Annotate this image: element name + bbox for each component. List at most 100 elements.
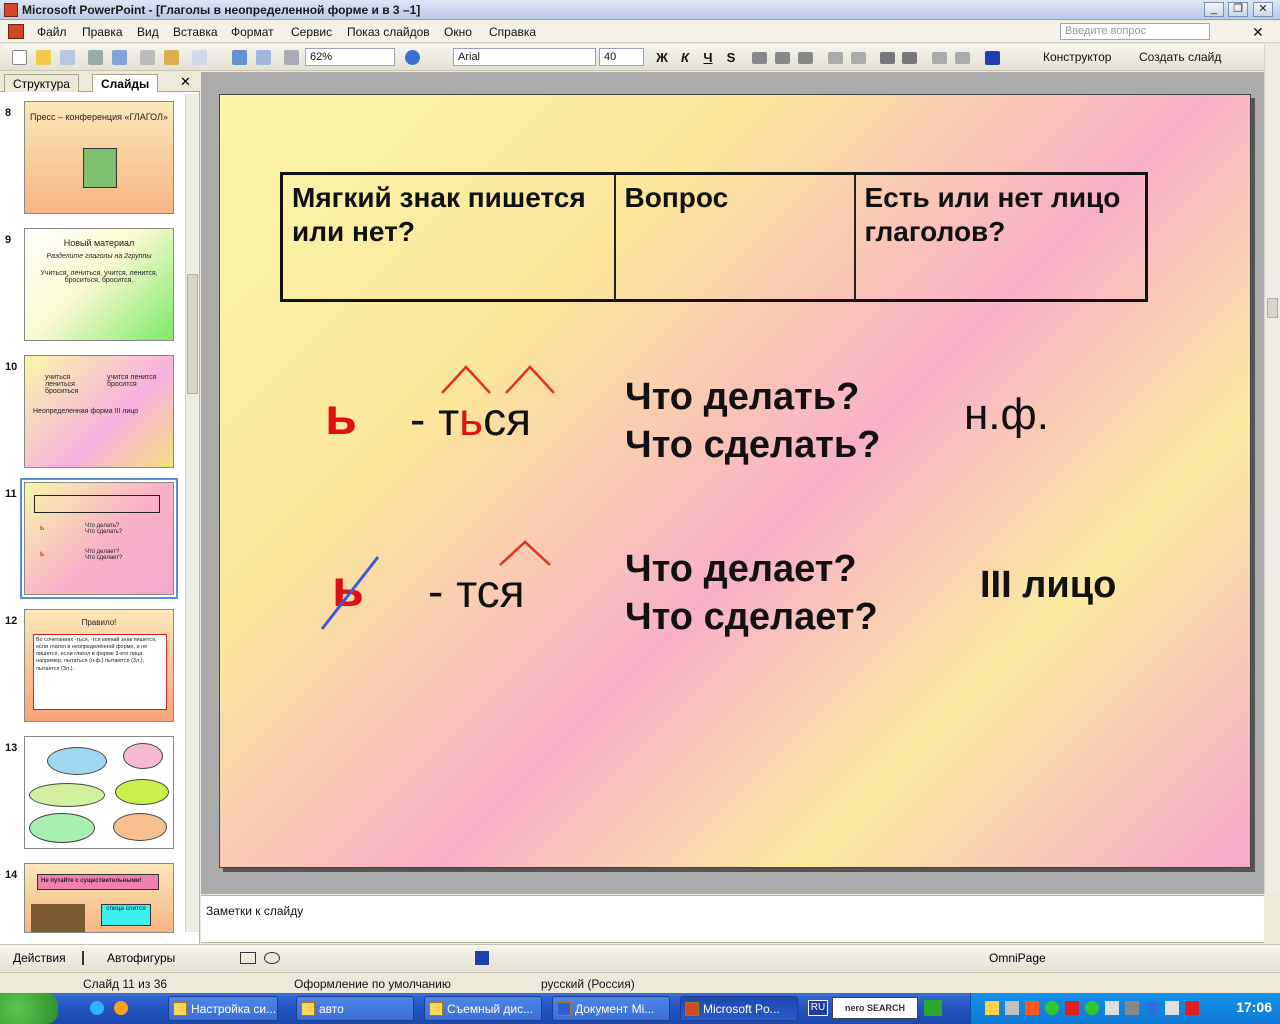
menu-edit[interactable]: Правка	[82, 25, 123, 39]
numbering-icon[interactable]	[828, 52, 843, 64]
slide-thumbnail-11[interactable]: ь Что делать? Что сделать? ь Что делает? Ч…	[20, 478, 178, 599]
tab-slides[interactable]: Слайды	[92, 74, 159, 92]
taskbar-button[interactable]: Съемный дис...	[424, 996, 542, 1021]
ie-icon[interactable]	[90, 1001, 104, 1015]
format-painter-icon[interactable]	[164, 50, 179, 65]
tray-icon[interactable]	[985, 1001, 999, 1015]
preview-icon[interactable]	[112, 50, 127, 65]
align-left-icon[interactable]	[752, 52, 767, 64]
table-header-cell[interactable]: Мягкий знак пишется или нет?	[280, 172, 616, 302]
tray-icon[interactable]	[1045, 1001, 1059, 1015]
cut-icon[interactable]	[140, 50, 155, 65]
scroll-thumb[interactable]	[187, 274, 198, 394]
chart-icon[interactable]	[232, 50, 247, 65]
tray-icon[interactable]	[1185, 1001, 1199, 1015]
bold-button[interactable]: Ж	[653, 49, 671, 67]
ask-question-input[interactable]: Введите вопрос	[1060, 23, 1210, 40]
question-3[interactable]: Что делает?	[625, 545, 857, 593]
actions-menu[interactable]: Действия	[13, 951, 66, 965]
underline-button[interactable]: Ч	[699, 49, 717, 67]
menu-file[interactable]: Файл	[37, 25, 67, 39]
save-icon[interactable]	[60, 50, 75, 65]
question-2[interactable]: Что сделать?	[625, 421, 880, 469]
notes-pane[interactable]: Заметки к слайду	[201, 895, 1264, 943]
shrink-font-icon[interactable]	[902, 52, 917, 64]
clock[interactable]: 17:06	[1236, 999, 1272, 1015]
select-pointer-icon[interactable]	[82, 951, 94, 965]
email-icon[interactable]	[114, 1001, 128, 1015]
notes-placeholder[interactable]: Заметки к слайду	[206, 904, 303, 918]
slide-thumbnail-14[interactable]: Не путайте с существительными! спица спи…	[24, 863, 174, 933]
table-header-cell[interactable]: Есть или нет лицо глаголов?	[853, 172, 1148, 302]
soft-sign[interactable]: ь	[325, 387, 357, 447]
align-center-icon[interactable]	[775, 52, 790, 64]
slide-thumbnail-9[interactable]: Новый материал Разделите глаголы на 2гру…	[24, 228, 174, 341]
label-third-person[interactable]: III лицо	[980, 561, 1116, 609]
grid-icon[interactable]	[284, 50, 299, 65]
slide-thumbnail-13[interactable]	[24, 736, 174, 849]
font-color-icon[interactable]	[985, 51, 1000, 65]
tab-outline[interactable]: Структура	[4, 74, 79, 92]
go-arrow-icon[interactable]	[924, 1000, 942, 1016]
print-icon[interactable]	[88, 50, 103, 65]
slide-thumbnail-12[interactable]: Правило! Во сочетаниях -ться, -тся мягки…	[24, 609, 174, 722]
designer-button[interactable]: Конструктор	[1043, 50, 1111, 64]
close-doc-icon[interactable]: ✕	[1252, 24, 1264, 41]
bullets-icon[interactable]	[851, 52, 866, 64]
language-indicator[interactable]: RU	[808, 1000, 828, 1016]
menu-insert[interactable]: Вставка	[173, 25, 218, 39]
volume-icon[interactable]	[1125, 1001, 1139, 1015]
slide-thumbnail-8[interactable]: Пресс – конференция «ГЛАГОЛ»	[24, 101, 174, 214]
decrease-indent-icon[interactable]	[932, 52, 947, 64]
font-size-select[interactable]: 40	[599, 48, 644, 66]
ending-tsya[interactable]: - тся	[428, 563, 525, 619]
tray-icon[interactable]	[1105, 1001, 1119, 1015]
autoshapes-menu[interactable]: Автофигуры	[107, 951, 175, 965]
undo-icon[interactable]	[192, 50, 207, 65]
omnipage-menu[interactable]: OmniPage	[989, 951, 1046, 965]
align-right-icon[interactable]	[798, 52, 813, 64]
rectangle-icon[interactable]	[240, 952, 256, 964]
new-icon[interactable]	[12, 50, 27, 65]
tray-icon[interactable]	[1145, 1001, 1159, 1015]
menu-format[interactable]: Формат	[231, 25, 274, 39]
table-icon[interactable]	[256, 50, 271, 65]
start-button[interactable]	[0, 993, 58, 1024]
font-select[interactable]: Arial	[453, 48, 596, 66]
tray-icon[interactable]	[1165, 1001, 1179, 1015]
menu-slideshow[interactable]: Показ слайдов	[347, 25, 430, 39]
tray-icon[interactable]	[1005, 1001, 1019, 1015]
italic-button[interactable]: К	[676, 49, 694, 67]
shadow-button[interactable]: S	[722, 49, 740, 67]
grow-font-icon[interactable]	[880, 52, 895, 64]
oval-icon[interactable]	[264, 952, 280, 964]
question-4[interactable]: Что сделает?	[625, 593, 878, 641]
table-header-cell[interactable]: Вопрос	[613, 172, 856, 302]
slide-thumbnail-10[interactable]: учиться лениться броситься учится ленитс…	[24, 355, 174, 468]
menu-tools[interactable]: Сервис	[291, 25, 332, 39]
current-slide[interactable]: Мягкий знак пишется или нет? Вопрос Есть…	[219, 94, 1251, 868]
minimize-button[interactable]: _	[1204, 2, 1224, 17]
tray-icon[interactable]	[1065, 1001, 1079, 1015]
scroll-thumb[interactable]	[1267, 298, 1278, 318]
taskbar-button[interactable]: Настройка си...	[168, 996, 278, 1021]
taskbar-button[interactable]: авто	[296, 996, 414, 1021]
slide-table[interactable]: Мягкий знак пишется или нет? Вопрос Есть…	[280, 172, 1148, 302]
maximize-button[interactable]: ❐	[1228, 2, 1248, 17]
taskbar-button[interactable]: Документ Mi...	[552, 996, 670, 1021]
help-icon[interactable]	[405, 50, 420, 65]
doc-icon[interactable]	[8, 24, 24, 39]
label-nf[interactable]: н.ф.	[964, 389, 1049, 441]
taskbar-button-active[interactable]: Microsoft Po...	[680, 996, 798, 1021]
font-color-icon[interactable]	[475, 951, 489, 965]
new-slide-button[interactable]: Создать слайд	[1139, 50, 1221, 64]
close-button[interactable]: ✕	[1253, 2, 1273, 17]
tray-icon[interactable]	[1085, 1001, 1099, 1015]
ending-tsya-soft[interactable]: - ться	[410, 391, 531, 447]
menu-window[interactable]: Окно	[444, 25, 472, 39]
tray-icon[interactable]	[1025, 1001, 1039, 1015]
slides-pane-scrollbar[interactable]	[185, 94, 199, 932]
question-1[interactable]: Что делать?	[625, 373, 859, 421]
menu-help[interactable]: Справка	[489, 25, 536, 39]
increase-indent-icon[interactable]	[955, 52, 970, 64]
